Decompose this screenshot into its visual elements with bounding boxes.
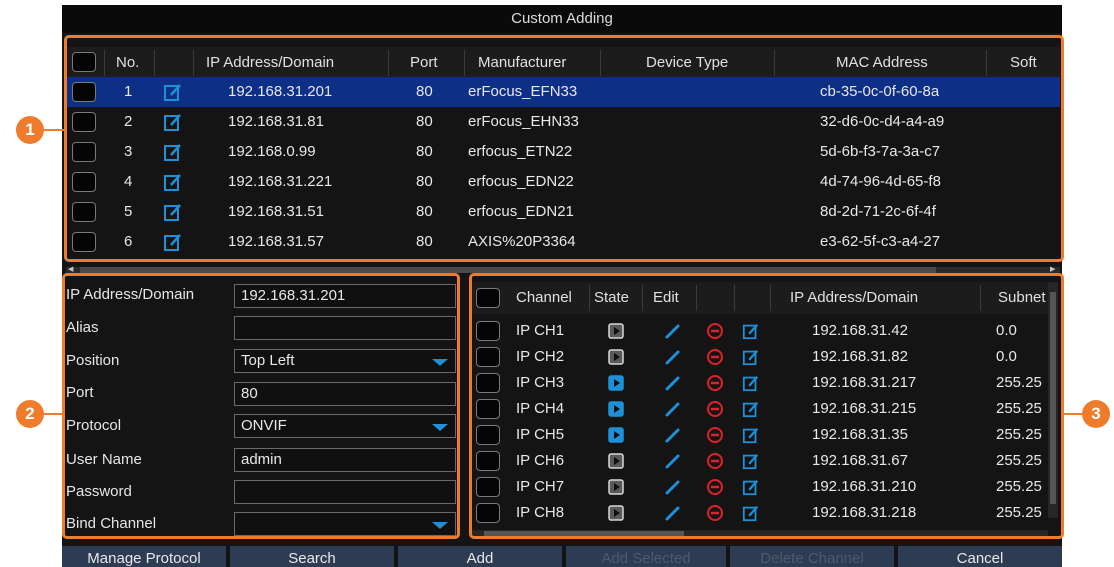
button-bar: Manage Protocol Search Add Add Selected … <box>62 546 1062 567</box>
callout-box-1 <box>64 35 1064 262</box>
callout-badge-1: 1 <box>16 116 44 144</box>
callout-badge-3: 3 <box>1082 400 1110 428</box>
callout-box-2 <box>62 273 460 539</box>
callout-box-3 <box>469 273 1064 539</box>
callout-badge-2: 2 <box>16 400 44 428</box>
callout-line-1 <box>44 129 66 131</box>
callout-line-2 <box>44 413 64 415</box>
window-title: Custom Adding <box>62 5 1062 33</box>
delete-channel-button[interactable]: Delete Channel <box>730 546 894 567</box>
add-button[interactable]: Add <box>398 546 562 567</box>
cancel-button[interactable]: Cancel <box>898 546 1062 567</box>
callout-line-3 <box>1062 413 1082 415</box>
search-button[interactable]: Search <box>230 546 394 567</box>
add-selected-button[interactable]: Add Selected <box>566 546 726 567</box>
manage-protocol-button[interactable]: Manage Protocol <box>62 546 226 567</box>
